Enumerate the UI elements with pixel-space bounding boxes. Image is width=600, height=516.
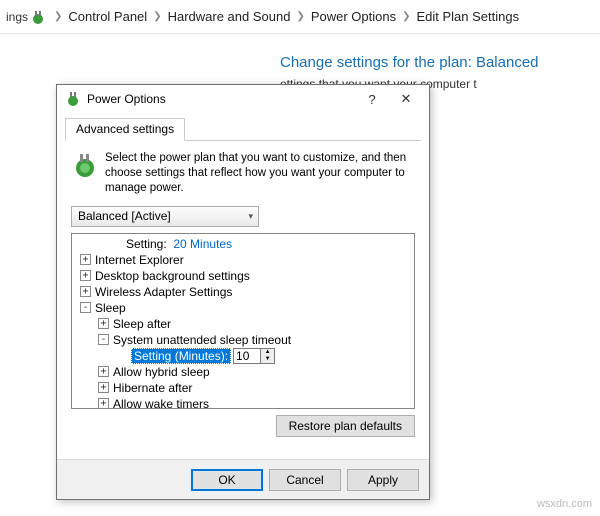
breadcrumb-item[interactable]: Hardware and Sound	[168, 9, 291, 24]
chevron-right-icon: ❯	[147, 11, 167, 22]
chevron-right-icon: ❯	[396, 11, 416, 22]
titlebar[interactable]: Power Options ? ✕	[57, 85, 429, 113]
tree-node-wireless[interactable]: + Wireless Adapter Settings	[74, 284, 414, 300]
chevron-right-icon: ❯	[290, 11, 310, 22]
spinner-buttons[interactable]: ▲▼	[261, 348, 275, 364]
tree-setting-row[interactable]: Setting: 20 Minutes	[74, 236, 414, 252]
expand-icon[interactable]: +	[98, 318, 109, 329]
expand-icon[interactable]: +	[98, 366, 109, 377]
chevron-down-icon: ▾	[248, 211, 253, 222]
breadcrumb: ings ❯ Control Panel ❯ Hardware and Soun…	[0, 0, 600, 34]
collapse-icon[interactable]: -	[80, 302, 91, 313]
expand-icon[interactable]: +	[80, 254, 91, 265]
tabstrip: Advanced settings	[65, 117, 421, 141]
tree-node-setting-minutes[interactable]: Setting (Minutes): ▲▼	[74, 348, 414, 364]
restore-defaults-button[interactable]: Restore plan defaults	[276, 415, 415, 437]
dialog-title: Power Options	[87, 92, 355, 106]
selected-setting-label[interactable]: Setting (Minutes):	[131, 348, 231, 364]
tree-node-sleep-after[interactable]: + Sleep after	[74, 316, 414, 332]
power-options-dialog: Power Options ? ✕ Advanced settings Sele…	[56, 84, 430, 500]
tree-value-link[interactable]: 20 Minutes	[173, 237, 232, 251]
expand-icon[interactable]: +	[98, 382, 109, 393]
close-button[interactable]: ✕	[389, 88, 423, 110]
tree-node-allow-hybrid[interactable]: + Allow hybrid sleep	[74, 364, 414, 380]
expand-icon[interactable]: +	[98, 398, 109, 409]
help-button[interactable]: ?	[355, 88, 389, 110]
restore-row: Restore plan defaults	[71, 415, 415, 437]
breadcrumb-overflow-text: ings	[4, 10, 30, 24]
expand-icon[interactable]: +	[80, 286, 91, 297]
dialog-footer: OK Cancel Apply	[57, 459, 429, 499]
tree-node-sleep[interactable]: - Sleep	[74, 300, 414, 316]
description-row: Select the power plan that you want to c…	[71, 151, 415, 196]
tree-label: Setting:	[126, 237, 167, 251]
tab-advanced-settings[interactable]: Advanced settings	[65, 118, 185, 141]
description-text: Select the power plan that you want to c…	[105, 151, 415, 196]
ok-button[interactable]: OK	[191, 469, 263, 491]
cancel-button[interactable]: Cancel	[269, 469, 341, 491]
power-options-icon	[30, 9, 48, 25]
spin-up-icon[interactable]: ▲	[261, 349, 274, 356]
collapse-icon[interactable]: -	[98, 334, 109, 345]
setting-minutes-input[interactable]	[233, 348, 261, 364]
breadcrumb-item[interactable]: Edit Plan Settings	[416, 9, 519, 24]
breadcrumb-item[interactable]: Power Options	[311, 9, 396, 24]
chevron-right-icon: ❯	[48, 11, 68, 22]
tree-node-allow-wake[interactable]: + Allow wake timers	[74, 396, 414, 409]
apply-button[interactable]: Apply	[347, 469, 419, 491]
power-plan-icon	[71, 151, 99, 179]
expand-icon[interactable]: +	[80, 270, 91, 281]
tree-node-desktop-bg[interactable]: + Desktop background settings	[74, 268, 414, 284]
select-value: Balanced [Active]	[78, 209, 171, 223]
tree-node-sys-unattended[interactable]: - System unattended sleep timeout	[74, 332, 414, 348]
watermark: wsxdn.com	[537, 498, 592, 510]
spin-down-icon[interactable]: ▼	[261, 356, 274, 363]
page-heading: Change settings for the plan: Balanced	[280, 54, 600, 71]
power-plan-select[interactable]: Balanced [Active] ▾	[71, 206, 259, 227]
power-icon	[65, 91, 81, 107]
tree-node-ie[interactable]: + Internet Explorer	[74, 252, 414, 268]
dialog-body: Select the power plan that you want to c…	[57, 141, 429, 443]
breadcrumb-item[interactable]: Control Panel	[68, 9, 147, 24]
tree-node-hibernate-after[interactable]: + Hibernate after	[74, 380, 414, 396]
settings-tree[interactable]: Setting: 20 Minutes + Internet Explorer …	[71, 233, 415, 409]
